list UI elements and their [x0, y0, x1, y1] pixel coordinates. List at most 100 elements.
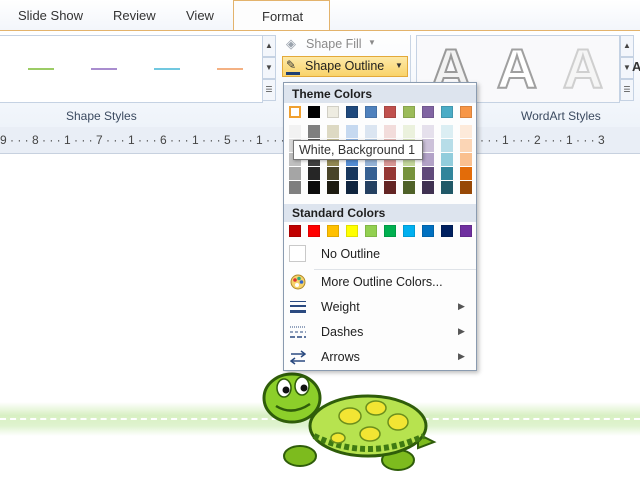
theme-shade-swatch[interactable]	[460, 153, 472, 166]
theme-shade-swatch[interactable]	[346, 181, 358, 194]
standard-color-swatch[interactable]	[365, 225, 377, 237]
outline-color-bar	[286, 72, 300, 75]
theme-shade-swatch[interactable]	[289, 125, 301, 138]
theme-shade-swatch[interactable]	[403, 181, 415, 194]
theme-shade-swatch[interactable]	[441, 153, 453, 166]
theme-shade-swatch[interactable]	[422, 139, 434, 152]
tab-view[interactable]: View	[186, 8, 214, 23]
theme-shade-swatch[interactable]	[365, 167, 377, 180]
theme-color-swatch[interactable]	[441, 106, 453, 118]
turtle-pupil	[282, 386, 290, 394]
shape-styles-gallery[interactable]	[0, 35, 263, 103]
gallery-scroll-down-button[interactable]: ▼	[262, 57, 276, 79]
theme-shade-swatch[interactable]	[308, 125, 320, 138]
shape-fill-button[interactable]: ◈ Shape Fill ▼	[284, 35, 394, 55]
theme-shade-swatch[interactable]	[460, 167, 472, 180]
standard-color-swatch[interactable]	[384, 225, 396, 237]
theme-shade-swatch[interactable]	[365, 181, 377, 194]
color-palette-icon	[290, 274, 306, 290]
theme-shade-swatch[interactable]	[403, 125, 415, 138]
theme-shade-swatch[interactable]	[422, 181, 434, 194]
dashes-item[interactable]: Dashes ▶	[284, 320, 476, 344]
standard-color-swatch[interactable]	[346, 225, 358, 237]
standard-color-swatch[interactable]	[422, 225, 434, 237]
theme-shade-swatch[interactable]	[327, 167, 339, 180]
more-outline-colors-label: More Outline Colors...	[321, 275, 443, 289]
tab-format[interactable]: Format	[233, 0, 330, 30]
gallery-scroll-up-button[interactable]: ▲	[262, 35, 276, 57]
wordart-more-button[interactable]: ☰	[620, 79, 634, 101]
color-tooltip-text: White, Background 1	[299, 143, 416, 157]
shell-spot	[330, 432, 346, 444]
standard-colors-header: Standard Colors	[284, 204, 476, 222]
theme-shade-swatch[interactable]	[346, 167, 358, 180]
shape-outline-button[interactable]: ✎ Shape Outline ▼	[282, 56, 408, 77]
pen-outline-icon: ✎	[286, 58, 297, 72]
theme-shade-swatch[interactable]	[460, 181, 472, 194]
theme-shade-swatch[interactable]	[441, 181, 453, 194]
theme-color-swatch[interactable]	[422, 106, 434, 118]
theme-shade-swatch[interactable]	[441, 139, 453, 152]
standard-color-swatch[interactable]	[460, 225, 472, 237]
shape-style-line-1[interactable]	[28, 68, 54, 70]
shell-spot	[359, 426, 381, 442]
theme-shade-swatch[interactable]	[384, 125, 396, 138]
theme-shade-swatch[interactable]	[384, 167, 396, 180]
standard-color-swatch[interactable]	[441, 225, 453, 237]
more-outline-colors-item[interactable]: More Outline Colors...	[284, 270, 476, 294]
turtle-head	[262, 372, 322, 424]
turtle-clipart-image[interactable]	[258, 364, 438, 484]
theme-color-swatch[interactable]	[327, 106, 339, 118]
theme-shade-swatch[interactable]	[346, 125, 358, 138]
theme-shade-swatch[interactable]	[441, 167, 453, 180]
theme-shade-swatch[interactable]	[308, 167, 320, 180]
theme-shade-swatch[interactable]	[327, 125, 339, 138]
standard-color-swatch[interactable]	[289, 225, 301, 237]
wordart-scroll-up-button[interactable]: ▲	[620, 35, 634, 57]
wordart-style-2[interactable]: A	[489, 39, 545, 99]
tab-slide-show[interactable]: Slide Show	[18, 8, 83, 23]
standard-color-swatch[interactable]	[308, 225, 320, 237]
theme-color-swatch[interactable]	[460, 106, 472, 118]
theme-shade-swatch[interactable]	[422, 125, 434, 138]
standard-color-swatch[interactable]	[403, 225, 415, 237]
theme-shade-swatch[interactable]	[289, 181, 301, 194]
no-outline-item[interactable]: No Outline	[284, 242, 476, 266]
standard-color-swatch[interactable]	[327, 225, 339, 237]
theme-color-swatch[interactable]	[384, 106, 396, 118]
tab-review[interactable]: Review	[113, 8, 156, 23]
shape-style-line-4[interactable]	[217, 68, 243, 70]
theme-shade-swatch[interactable]	[308, 181, 320, 194]
theme-colors-header-label: Theme Colors	[292, 87, 373, 101]
arrow-style-icon	[289, 349, 307, 365]
theme-shade-swatch[interactable]	[422, 167, 434, 180]
chevron-down-icon: ▼	[368, 38, 376, 47]
theme-shade-swatch[interactable]	[460, 139, 472, 152]
theme-colors-header: Theme Colors	[284, 85, 476, 103]
theme-shade-swatch[interactable]	[441, 125, 453, 138]
standard-colors-header-label: Standard Colors	[292, 206, 386, 220]
theme-shade-swatch[interactable]	[422, 153, 434, 166]
weight-item[interactable]: Weight ▶	[284, 295, 476, 319]
gallery-more-button[interactable]: ☰	[262, 79, 276, 101]
shell-spot	[338, 407, 362, 425]
paint-bucket-icon: ◈	[286, 36, 296, 51]
theme-color-swatch[interactable]	[308, 106, 320, 118]
text-fill-icon[interactable]: A	[632, 59, 640, 74]
theme-shade-swatch[interactable]	[384, 181, 396, 194]
theme-shade-swatch[interactable]	[365, 125, 377, 138]
submenu-arrow-icon: ▶	[458, 301, 465, 311]
theme-shade-swatch[interactable]	[327, 181, 339, 194]
theme-shade-swatch[interactable]	[460, 125, 472, 138]
theme-shade-swatch[interactable]	[289, 167, 301, 180]
theme-color-swatch[interactable]	[365, 106, 377, 118]
arrows-label: Arrows	[321, 350, 360, 364]
arrows-item[interactable]: Arrows ▶	[284, 345, 476, 369]
theme-color-swatch[interactable]	[403, 106, 415, 118]
theme-color-swatch[interactable]	[289, 106, 301, 118]
theme-color-swatch[interactable]	[346, 106, 358, 118]
shape-style-line-2[interactable]	[91, 68, 117, 70]
shape-style-line-3[interactable]	[154, 68, 180, 70]
theme-shade-swatch[interactable]	[403, 167, 415, 180]
wordart-style-3[interactable]: A	[555, 39, 611, 99]
